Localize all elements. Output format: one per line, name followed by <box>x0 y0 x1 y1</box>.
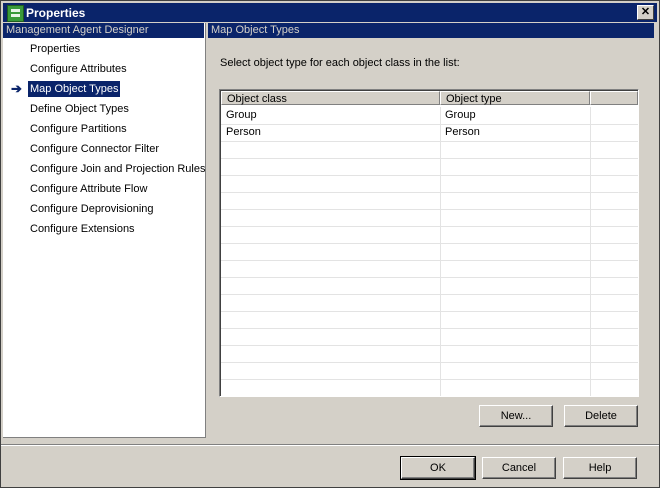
grid-body: Group Group Person Person <box>221 107 638 396</box>
empty-row <box>221 260 638 278</box>
empty-row <box>221 243 638 261</box>
ok-button[interactable]: OK <box>400 456 476 480</box>
table-row[interactable]: Group Group <box>221 107 638 125</box>
close-button[interactable]: ✕ <box>637 5 654 20</box>
cancel-button[interactable]: Cancel <box>482 457 556 479</box>
nav-item-configure-attributes[interactable]: Configure Attributes <box>28 61 129 77</box>
object-class-cell: Person <box>226 126 261 138</box>
title-bar[interactable]: Properties ✕ <box>3 3 657 22</box>
object-type-grid[interactable]: Object class Object type Group Group Per… <box>219 89 639 397</box>
empty-row <box>221 362 638 380</box>
nav-item-configure-deprovisioning[interactable]: Configure Deprovisioning <box>28 201 156 217</box>
nav-item-properties[interactable]: Properties <box>28 41 82 57</box>
column-header-object-type[interactable]: Object type <box>440 91 590 105</box>
grid-header: Object class Object type <box>221 91 638 107</box>
object-type-cell[interactable]: Group <box>440 107 590 124</box>
properties-app-icon <box>7 5 24 22</box>
empty-row <box>221 328 638 346</box>
empty-row <box>221 192 638 210</box>
nav-item-configure-join-projection-rules[interactable]: Configure Join and Projection Rules <box>28 161 208 177</box>
empty-row <box>221 311 638 329</box>
empty-row <box>221 141 638 159</box>
empty-row <box>221 209 638 227</box>
current-step-arrow-icon: ➔ <box>11 81 22 96</box>
nav-item-configure-extensions[interactable]: Configure Extensions <box>28 221 137 237</box>
nav-item-configure-partitions[interactable]: Configure Partitions <box>28 121 129 137</box>
help-button[interactable]: Help <box>563 457 637 479</box>
nav-item-define-object-types[interactable]: Define Object Types <box>28 101 131 117</box>
navigation-header: Management Agent Designer <box>3 23 205 38</box>
empty-row <box>221 277 638 295</box>
properties-dialog: Properties ✕ Management Agent Designer ➔… <box>0 0 660 488</box>
close-icon: ✕ <box>640 6 651 18</box>
empty-row <box>221 379 638 396</box>
object-type-cell[interactable]: Person <box>440 124 590 141</box>
object-class-cell: Group <box>226 109 257 121</box>
navigation-panel: Management Agent Designer ➔ Properties C… <box>3 23 206 438</box>
nav-item-map-object-types[interactable]: Map Object Types <box>28 81 121 97</box>
delete-button[interactable]: Delete <box>564 405 638 427</box>
empty-row <box>221 175 638 193</box>
nav-item-configure-connector-filter[interactable]: Configure Connector Filter <box>28 141 161 157</box>
content-panel: Map Object Types Select object type for … <box>208 23 658 439</box>
nav-item-configure-attribute-flow[interactable]: Configure Attribute Flow <box>28 181 149 197</box>
empty-row <box>221 158 638 176</box>
table-row[interactable]: Person Person <box>221 124 638 142</box>
window-title: Properties <box>26 6 86 20</box>
empty-row <box>221 294 638 312</box>
instruction-text: Select object type for each object class… <box>220 57 460 69</box>
column-header-empty <box>590 91 638 105</box>
new-button[interactable]: New... <box>479 405 553 427</box>
column-header-object-class[interactable]: Object class <box>221 91 440 105</box>
empty-row <box>221 345 638 363</box>
footer-separator <box>1 444 659 446</box>
empty-row <box>221 226 638 244</box>
content-header: Map Object Types <box>208 23 654 38</box>
